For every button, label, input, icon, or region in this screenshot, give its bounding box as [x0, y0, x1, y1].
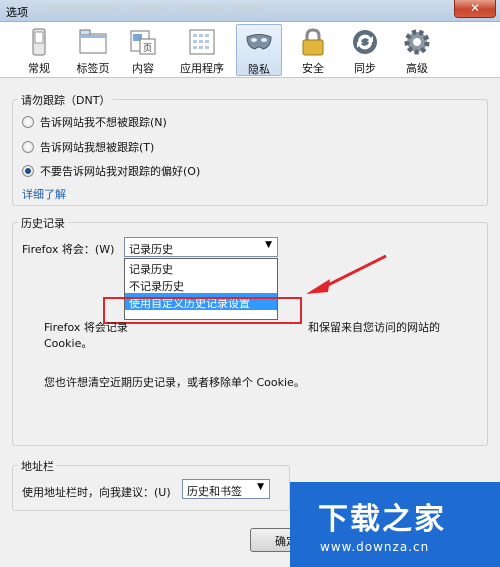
history-description-end: 和保留来自您访问的网站的: [308, 321, 440, 334]
learn-more-link[interactable]: 详细了解: [22, 186, 66, 202]
close-icon: ✕: [469, 1, 481, 15]
address-bar-suggest-selected: 历史和书签: [187, 485, 242, 498]
downza-watermark: 下载之家 www.downza.cn: [290, 482, 500, 567]
tab-general[interactable]: 常规: [14, 24, 64, 76]
close-button[interactable]: ✕: [454, 0, 496, 18]
tab-content-label: 内容: [132, 62, 154, 75]
tab-privacy[interactable]: 隐私: [236, 24, 282, 76]
annotation-arrow-icon: [306, 254, 387, 294]
blurred-title-area: [232, 6, 262, 14]
blurred-title-area: [48, 6, 118, 14]
content-icon: 页: [130, 30, 156, 55]
svg-text:页: 页: [143, 43, 152, 54]
radio-label: 告诉网站我不想被跟踪(N): [40, 116, 167, 129]
radio-button[interactable]: [22, 116, 34, 128]
address-bar-suggest-label: 使用地址栏时，向我建议：(U): [22, 486, 171, 499]
privacy-mask-icon: [246, 34, 272, 50]
sync-icon: [353, 30, 377, 54]
tab-privacy-label: 隐私: [248, 63, 270, 76]
dnt-legend: 请勿跟踪（DNT）: [18, 92, 114, 108]
history-mode-select[interactable]: 记录历史 ▼: [124, 237, 278, 257]
history-legend: 历史记录: [18, 215, 68, 231]
tab-applications[interactable]: 应用程序: [172, 24, 232, 76]
tab-content[interactable]: 页 内容: [120, 24, 166, 76]
preferences-toolbar: 常规 标签页 页 内容 应用程序 隐私 安全 同步 高级: [0, 22, 500, 78]
history-description-cookie: Cookie。: [44, 337, 93, 350]
radio-button[interactable]: [22, 141, 34, 153]
tab-sync[interactable]: 同步: [342, 24, 388, 76]
chevron-down-icon: ▼: [265, 240, 272, 250]
tab-applications-label: 应用程序: [180, 62, 224, 75]
watermark-url: www.downza.cn: [320, 540, 430, 554]
tab-tabs-label: 标签页: [76, 62, 110, 75]
blurred-title-area: [132, 6, 166, 14]
tab-general-label: 常规: [28, 62, 50, 75]
history-mode-label: Firefox 将会：(W): [22, 243, 115, 256]
radio-label: 不要告诉网站我对跟踪的偏好(O): [40, 165, 201, 178]
dnt-option-no-preference[interactable]: 不要告诉网站我对跟踪的偏好(O): [22, 163, 200, 179]
tab-advanced-label: 高级: [406, 62, 428, 75]
address-bar-legend: 地址栏: [18, 458, 57, 474]
gear-icon: [404, 29, 430, 55]
title-bar: 选项 ✕: [0, 0, 500, 22]
history-clear-hint: 您也许想清空近期历史记录，或者移除单个 Cookie。: [44, 376, 305, 389]
radio-button-checked[interactable]: [22, 165, 34, 177]
dnt-option-track[interactable]: 告诉网站我想被跟踪(T): [22, 139, 154, 155]
tabs-icon: [79, 29, 107, 54]
history-description-start: Firefox 将会记录: [44, 321, 128, 334]
window-title: 选项: [6, 6, 28, 19]
address-bar-suggest-select[interactable]: 历史和书签 ▼: [182, 479, 270, 499]
dnt-option-do-not-track[interactable]: 告诉网站我不想被跟踪(N): [22, 114, 167, 130]
applications-icon: [189, 29, 215, 55]
lock-icon: [302, 28, 324, 56]
dropdown-option[interactable]: 记录历史: [125, 259, 277, 276]
switch-icon: [32, 28, 46, 56]
dropdown-option[interactable]: 不记录历史: [125, 276, 277, 293]
radio-label: 告诉网站我想被跟踪(T): [40, 141, 155, 154]
tab-advanced[interactable]: 高级: [394, 24, 440, 76]
watermark-logo: 下载之家: [318, 502, 446, 537]
tab-sync-label: 同步: [354, 62, 376, 75]
chevron-down-icon: ▼: [257, 482, 264, 492]
history-mode-selected: 记录历史: [129, 243, 173, 256]
tab-security[interactable]: 安全: [290, 24, 336, 76]
tab-security-label: 安全: [302, 62, 324, 75]
tab-tabs[interactable]: 标签页: [66, 24, 120, 76]
annotation-highlight-box: [103, 297, 302, 324]
blurred-title-area: [182, 6, 222, 14]
